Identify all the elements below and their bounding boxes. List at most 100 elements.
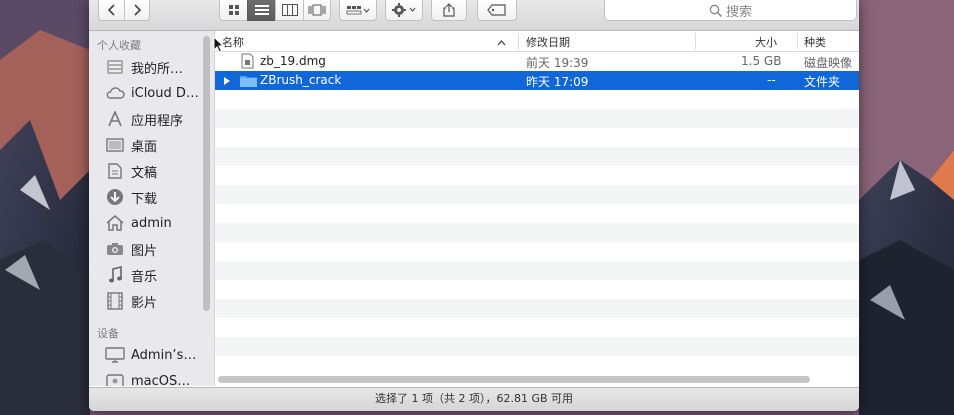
sidebar-item-label: 应用程序 bbox=[131, 113, 184, 129]
table-row[interactable]: ZBrush_crack 昨天 17:09 -- 文件夹 bbox=[215, 71, 859, 90]
sidebar-item-macos-disk[interactable]: macOS… bbox=[105, 371, 190, 386]
sidebar-item-documents[interactable]: 文稿 bbox=[105, 161, 157, 181]
column-divider[interactable] bbox=[695, 33, 696, 49]
disclosure-triangle-icon[interactable] bbox=[223, 75, 231, 89]
file-list: 名称 修改日期 大小 种类 zb_19.dmg 前天 19:39 1.5 GB … bbox=[215, 31, 859, 386]
empty-row bbox=[215, 356, 859, 375]
file-kind: 磁盘映像 bbox=[804, 56, 853, 70]
file-name: zb_19.dmg bbox=[260, 54, 326, 68]
columns-icon bbox=[281, 4, 298, 16]
action-button[interactable] bbox=[385, 0, 423, 21]
icon-view-button[interactable] bbox=[219, 0, 247, 21]
file-modified: 前天 19:39 bbox=[526, 56, 589, 70]
music-icon bbox=[105, 266, 125, 284]
mouse-cursor-icon bbox=[213, 35, 225, 56]
sidebar-item-pictures[interactable]: 图片 bbox=[105, 239, 157, 259]
back-button[interactable] bbox=[98, 0, 124, 21]
column-modified[interactable]: 修改日期 bbox=[526, 34, 570, 50]
empty-row bbox=[215, 242, 859, 261]
arrange-button[interactable] bbox=[339, 0, 377, 21]
empty-row bbox=[215, 299, 859, 318]
table-row[interactable]: zb_19.dmg 前天 19:39 1.5 GB 磁盘映像 bbox=[215, 52, 859, 71]
sidebar-item-label: 下载 bbox=[131, 191, 158, 207]
column-divider[interactable] bbox=[797, 33, 798, 49]
empty-row bbox=[215, 280, 859, 299]
sidebar-item-music[interactable]: 音乐 bbox=[105, 265, 157, 285]
sidebar-item-desktop[interactable]: 桌面 bbox=[105, 135, 157, 155]
view-mode-control bbox=[219, 0, 331, 21]
search-icon bbox=[709, 4, 722, 17]
desktop-icon bbox=[105, 136, 125, 154]
empty-row bbox=[215, 147, 859, 166]
empty-row bbox=[215, 261, 859, 280]
sidebar-item-all-my-files[interactable]: 我的所… bbox=[105, 57, 183, 77]
file-kind: 文件夹 bbox=[804, 75, 841, 89]
documents-icon bbox=[105, 162, 125, 180]
file-rows: zb_19.dmg 前天 19:39 1.5 GB 磁盘映像 ZBrush_cr… bbox=[215, 52, 859, 375]
sidebar: 个人收藏 我的所… iCloud D… 应用程序 桌面 文稿 下载 admin bbox=[89, 31, 215, 386]
share-icon bbox=[443, 3, 455, 17]
applications-icon bbox=[105, 110, 125, 128]
sidebar-item-computer[interactable]: Admin’s… bbox=[105, 345, 196, 365]
status-text: 选择了 1 项（共 2 项），62.81 GB 可用 bbox=[374, 392, 574, 405]
search-placeholder: 搜索 bbox=[725, 4, 752, 20]
empty-row bbox=[215, 185, 859, 204]
chevron-right-icon bbox=[134, 4, 142, 16]
sort-ascending-icon[interactable] bbox=[497, 36, 506, 49]
share-button[interactable] bbox=[431, 0, 467, 21]
sidebar-item-label: Admin’s… bbox=[131, 347, 197, 363]
gallery-view-button[interactable] bbox=[303, 0, 331, 21]
toolbar: 搜索 bbox=[89, 0, 859, 31]
gear-icon bbox=[392, 3, 416, 17]
tag-icon bbox=[487, 4, 506, 16]
file-size: -- bbox=[767, 73, 776, 87]
sidebar-item-label: admin bbox=[131, 215, 172, 231]
column-kind[interactable]: 种类 bbox=[804, 34, 826, 50]
column-divider[interactable] bbox=[518, 33, 519, 49]
empty-row bbox=[215, 109, 859, 128]
empty-row bbox=[215, 166, 859, 185]
sidebar-item-label: 音乐 bbox=[131, 269, 158, 285]
file-size: 1.5 GB bbox=[741, 54, 782, 68]
finder-window: 搜索 个人收藏 我的所… iCloud D… 应用程序 桌面 文稿 下载 adm… bbox=[89, 0, 859, 411]
status-bar: 选择了 1 项（共 2 项），62.81 GB 可用 bbox=[89, 387, 859, 411]
sidebar-item-label: macOS… bbox=[131, 373, 191, 387]
sidebar-item-movies[interactable]: 影片 bbox=[105, 291, 157, 311]
devices-header: 设备 bbox=[97, 327, 119, 340]
empty-row bbox=[215, 337, 859, 356]
forward-button[interactable] bbox=[124, 0, 150, 21]
sidebar-item-label: iCloud D… bbox=[131, 85, 199, 101]
sidebar-item-applications[interactable]: 应用程序 bbox=[105, 109, 183, 129]
sidebar-item-label: 我的所… bbox=[131, 61, 184, 77]
camera-icon bbox=[105, 240, 125, 258]
sidebar-item-admin[interactable]: admin bbox=[105, 213, 172, 233]
arrange-icon bbox=[346, 6, 370, 15]
sidebar-item-icloud-drive[interactable]: iCloud D… bbox=[105, 83, 199, 103]
column-size[interactable]: 大小 bbox=[755, 34, 777, 50]
sidebar-scrollbar[interactable] bbox=[203, 36, 210, 311]
chevron-left-icon bbox=[107, 4, 115, 16]
disk-icon bbox=[105, 372, 125, 386]
search-field[interactable]: 搜索 bbox=[604, 0, 857, 21]
column-name[interactable]: 名称 bbox=[222, 34, 244, 50]
horizontal-scrollbar[interactable] bbox=[218, 376, 810, 383]
cover-flow-icon bbox=[308, 4, 326, 16]
dmg-file-icon bbox=[241, 53, 254, 72]
all-files-icon bbox=[105, 58, 125, 76]
empty-row bbox=[215, 223, 859, 242]
nav-buttons bbox=[98, 0, 150, 21]
list-icon bbox=[254, 5, 269, 15]
tags-button[interactable] bbox=[477, 0, 517, 21]
empty-row bbox=[215, 128, 859, 147]
empty-row bbox=[215, 204, 859, 223]
sidebar-item-downloads[interactable]: 下载 bbox=[105, 187, 157, 207]
list-view-button[interactable] bbox=[247, 0, 275, 21]
column-header: 名称 修改日期 大小 种类 bbox=[215, 31, 859, 52]
file-modified: 昨天 17:09 bbox=[526, 75, 589, 89]
column-view-button[interactable] bbox=[275, 0, 303, 21]
grid-icon bbox=[228, 5, 239, 15]
computer-icon bbox=[105, 346, 125, 364]
film-icon bbox=[105, 292, 125, 310]
empty-row bbox=[215, 90, 859, 109]
file-name: ZBrush_crack bbox=[260, 73, 342, 87]
